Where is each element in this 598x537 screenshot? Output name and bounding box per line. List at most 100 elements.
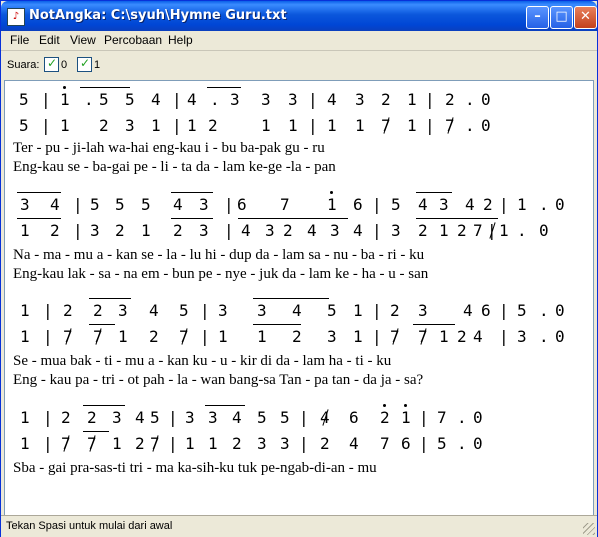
- note: 2: [149, 327, 159, 346]
- note: 6: [481, 301, 491, 320]
- note: 5: [179, 301, 189, 320]
- minimize-button[interactable]: –: [526, 6, 549, 29]
- note: 1: [327, 195, 337, 214]
- barline: |: [73, 221, 83, 240]
- menu-edit[interactable]: Edit: [39, 33, 60, 47]
- note: 0: [481, 90, 491, 109]
- voice-toolbar: Suara: ✓ 0 ✓ 1: [1, 51, 597, 79]
- note: 2: [283, 221, 293, 240]
- voice-0-checkbox[interactable]: ✓: [44, 56, 59, 72]
- note: 3: [355, 90, 365, 109]
- note: 4: [232, 408, 242, 427]
- note: 4: [187, 90, 197, 109]
- note: 3: [199, 221, 209, 240]
- beam: [205, 405, 245, 406]
- score-area[interactable]: 5 | 1 . 5 5 4 | 4 . 3 3 3 | 4 3 2 1 | 2 …: [4, 80, 594, 516]
- barline: |: [200, 327, 210, 346]
- note: 3: [439, 195, 449, 214]
- beam: [413, 324, 455, 325]
- note: 1: [141, 221, 151, 240]
- barline: |: [73, 195, 83, 214]
- lyrics-line: Ter - pu - ji-lah wa-hai eng-kau i - bu …: [13, 140, 325, 156]
- beam: [416, 192, 452, 193]
- note: 0: [481, 116, 491, 135]
- note: 2: [87, 408, 97, 427]
- note: 4: [135, 408, 145, 427]
- notes-row-voice-1: 1 | 7 7 1 2 7 | 1 1 2 3 3 | 2 4 7 6 | 5 …: [5, 431, 593, 458]
- close-button[interactable]: ✕: [574, 6, 597, 29]
- note: 1: [185, 434, 195, 453]
- note: 6: [349, 408, 359, 427]
- note: 1: [208, 434, 218, 453]
- barline: |: [172, 116, 182, 135]
- note: 1: [187, 116, 197, 135]
- dot: .: [465, 90, 475, 109]
- note: 7: [437, 408, 447, 427]
- note: 4: [349, 434, 359, 453]
- barline: |: [425, 90, 435, 109]
- note: 4: [173, 195, 183, 214]
- beam: [253, 324, 301, 325]
- note: 3: [257, 301, 267, 320]
- note: 5: [517, 301, 527, 320]
- status-text: Tekan Spasi untuk mulai dari awal: [6, 520, 173, 532]
- note: 6: [353, 195, 363, 214]
- note: 2: [61, 408, 71, 427]
- barline: |: [419, 408, 429, 427]
- barline: |: [372, 221, 382, 240]
- resize-grip-icon[interactable]: [583, 523, 595, 535]
- lyrics-line: Na - ma - mu a - kan se - la - lu hi - d…: [13, 247, 425, 263]
- dot: .: [539, 327, 549, 346]
- note: 4: [465, 195, 475, 214]
- note: 4: [292, 301, 302, 320]
- note: 1: [257, 327, 267, 346]
- note: 5: [19, 90, 29, 109]
- notes-row-voice-0: 3 4 | 5 5 5 4 3 | 6 7 1 6 | 5 4 3 4 2 | …: [5, 191, 593, 219]
- menu-help[interactable]: Help: [168, 33, 193, 47]
- note: 3: [185, 408, 195, 427]
- note: 1: [112, 434, 122, 453]
- note: 3: [208, 408, 218, 427]
- menu-percobaan[interactable]: Percobaan: [104, 33, 162, 47]
- note: 1: [261, 116, 271, 135]
- beam: [17, 192, 61, 193]
- note: 0: [555, 327, 565, 346]
- note: 1: [407, 116, 417, 135]
- menu-view[interactable]: View: [70, 33, 96, 47]
- note: 1: [20, 434, 30, 453]
- note: 4: [151, 90, 161, 109]
- lyrics-line: Se - mua bak - ti - mu a - kan ku - u - …: [13, 353, 392, 369]
- menu-bar: File Edit View Percobaan Help: [1, 31, 597, 51]
- note: 6: [401, 434, 411, 453]
- barline: |: [372, 301, 382, 320]
- title-bar[interactable]: ♪ NotAngka: C:\syuh\Hymne Guru.txt – □ ✕: [1, 1, 597, 31]
- note: 4: [353, 221, 363, 240]
- barline: |: [43, 434, 53, 453]
- dot: .: [457, 408, 467, 427]
- barline: |: [43, 408, 53, 427]
- note: 2: [208, 116, 218, 135]
- barline: |: [308, 90, 318, 109]
- note: 2: [173, 221, 183, 240]
- note: 2: [292, 327, 302, 346]
- maximize-button[interactable]: □: [550, 6, 573, 29]
- note: 3: [288, 90, 298, 109]
- note: 7: [473, 221, 483, 240]
- menu-file[interactable]: File: [10, 33, 29, 47]
- note: 1: [20, 221, 30, 240]
- note: 5: [280, 408, 290, 427]
- note: 4: [50, 195, 60, 214]
- note: 2: [320, 434, 330, 453]
- notes-row-voice-0: 1 | 2 2 3 4 5 | 3 3 4 5 1 | 2 3 4 6 | 5 …: [5, 298, 593, 325]
- beam: [17, 218, 61, 219]
- beam: [89, 298, 131, 299]
- barline: |: [200, 301, 210, 320]
- note: 0: [473, 408, 483, 427]
- note: 5: [257, 408, 267, 427]
- barline: |: [41, 90, 51, 109]
- note: 1: [151, 116, 161, 135]
- app-window: ♪ NotAngka: C:\syuh\Hymne Guru.txt – □ ✕…: [0, 0, 598, 537]
- dot: .: [465, 116, 475, 135]
- note: 2: [457, 327, 467, 346]
- voice-1-checkbox[interactable]: ✓: [77, 56, 92, 72]
